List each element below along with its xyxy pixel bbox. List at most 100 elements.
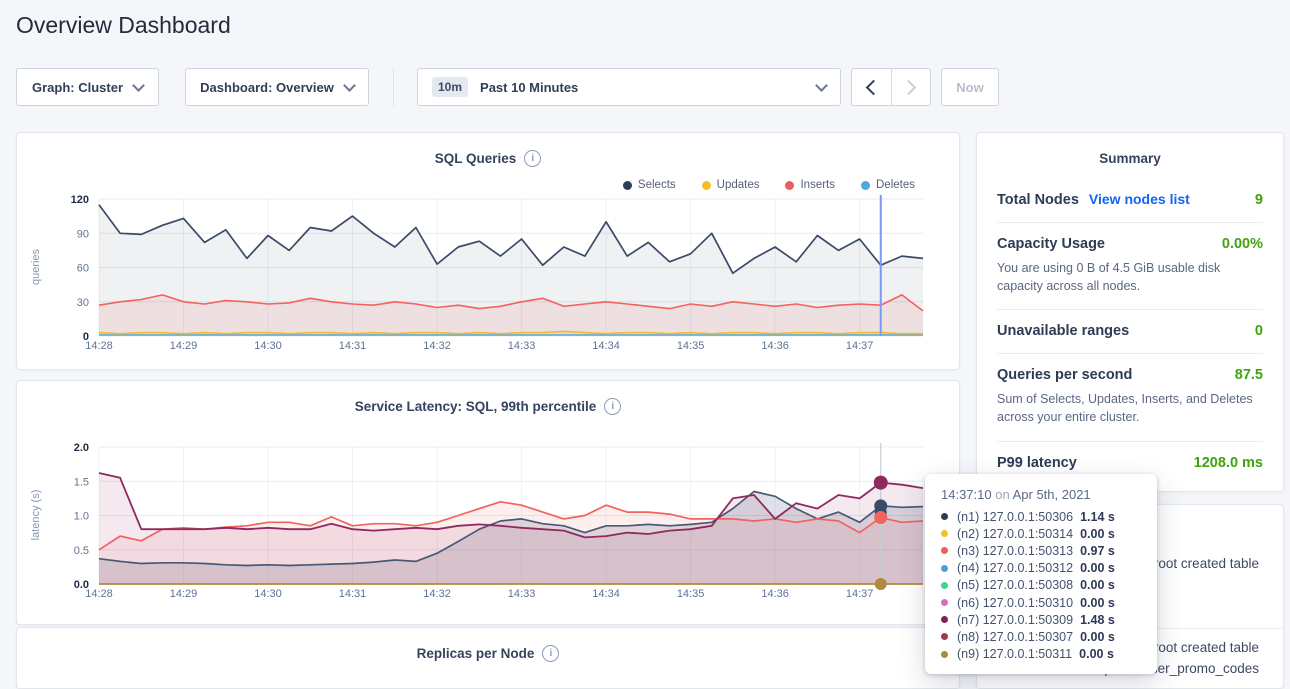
tooltip-node: (n1) 127.0.0.1:50306 xyxy=(957,510,1073,524)
series-dot-icon xyxy=(941,513,948,520)
x-axis-tick: 14:35 xyxy=(677,340,705,352)
overview-dashboard-page: Overview Dashboard Graph: Cluster Dashbo… xyxy=(0,0,1290,689)
legend-item: Selects xyxy=(623,179,676,191)
tooltip-value: 0.97 s xyxy=(1080,544,1115,558)
service-latency-chart[interactable]: 14:2814:2914:3014:3114:3214:3314:3414:35… xyxy=(37,439,933,603)
tooltip-value: 1.48 s xyxy=(1080,613,1115,627)
series-dot-icon xyxy=(941,547,948,554)
summary-rows: Total NodesView nodes list9Capacity Usag… xyxy=(997,178,1263,485)
summary-label: Capacity Usage xyxy=(997,236,1105,252)
summary-heading: Summary xyxy=(997,133,1263,178)
y-axis-tick: 1.5 xyxy=(74,476,89,488)
y-axis-tick: 120 xyxy=(71,194,89,206)
x-axis-tick: 14:29 xyxy=(170,340,198,352)
x-axis-tick: 14:35 xyxy=(677,588,705,600)
series-dot-icon xyxy=(941,633,948,640)
x-axis-tick: 14:34 xyxy=(592,340,620,352)
tooltip-row: (n5) 127.0.0.1:50308 0.00 s xyxy=(925,577,1157,594)
tooltip-value: 1.14 s xyxy=(1080,510,1115,524)
tooltip-value: 0.00 s xyxy=(1080,527,1115,541)
summary-value: 9 xyxy=(1255,192,1263,208)
summary-value: 1208.0 ms xyxy=(1194,455,1263,471)
legend-item: Deletes xyxy=(861,179,915,191)
y-axis-tick: 0.0 xyxy=(74,579,89,591)
x-axis-tick: 14:37 xyxy=(846,588,874,600)
prev-range-button[interactable] xyxy=(852,69,891,105)
dashboard-dropdown[interactable]: Dashboard: Overview xyxy=(185,68,369,106)
tooltip-row: (n8) 127.0.0.1:50307 0.00 s xyxy=(925,628,1157,645)
chevron-down-icon xyxy=(132,79,145,92)
series-dot-icon xyxy=(941,599,948,606)
graph-dropdown-label: Graph: Cluster xyxy=(32,80,123,95)
x-axis-tick: 14:33 xyxy=(508,588,536,600)
x-axis-tick: 14:31 xyxy=(339,588,367,600)
legend-label: Inserts xyxy=(800,179,835,191)
chart-title-text: SQL Queries xyxy=(435,151,517,166)
x-axis-tick: 14:30 xyxy=(254,588,282,600)
time-range-selector[interactable]: 10m Past 10 Minutes xyxy=(417,68,841,106)
chart-title-text: Service Latency: SQL, 99th percentile xyxy=(355,399,597,414)
info-icon[interactable]: i xyxy=(524,150,541,167)
chevron-right-icon xyxy=(901,79,917,95)
series-dot-icon xyxy=(941,565,948,572)
y-axis-tick: 1.0 xyxy=(74,511,89,523)
legend-item: Inserts xyxy=(785,179,835,191)
sql-queries-card: SQL Queries i Selects Updates Inserts Delet… xyxy=(16,132,960,370)
tooltip-node: (n7) 127.0.0.1:50309 xyxy=(957,613,1073,627)
tooltip-value: 0.00 s xyxy=(1080,630,1115,644)
hover-point-dot xyxy=(874,511,887,524)
x-axis-tick: 14:36 xyxy=(761,588,789,600)
tooltip-node: (n8) 127.0.0.1:50307 xyxy=(957,630,1073,644)
info-icon[interactable]: i xyxy=(604,398,621,415)
info-icon[interactable]: i xyxy=(542,645,559,662)
page-title: Overview Dashboard xyxy=(16,12,231,39)
next-range-button[interactable] xyxy=(891,69,931,105)
sql-queries-chart[interactable]: 14:2814:2914:3014:3114:3214:3314:3414:35… xyxy=(37,191,933,355)
x-axis-tick: 14:33 xyxy=(508,340,536,352)
legend-label: Deletes xyxy=(876,179,915,191)
chart-tooltip: 14:37:10 on Apr 5th, 2021 (n1) 127.0.0.1… xyxy=(925,474,1157,674)
chart-legend: Selects Updates Inserts Deletes xyxy=(623,179,915,191)
x-axis-tick: 14:28 xyxy=(85,340,113,352)
tooltip-row: (n9) 127.0.0.1:50311 0.00 s xyxy=(925,646,1157,663)
chart-title: Replicas per Node i xyxy=(17,628,959,662)
summary-subtext: Sum of Selects, Updates, Inserts, and De… xyxy=(997,390,1263,426)
tooltip-on-text: on xyxy=(995,487,1009,502)
legend-label: Selects xyxy=(638,179,676,191)
now-button-label: Now xyxy=(956,80,983,95)
view-nodes-link[interactable]: View nodes list xyxy=(1089,191,1190,207)
tooltip-rows: (n1) 127.0.0.1:50306 1.14 s(n2) 127.0.0.1… xyxy=(925,508,1157,663)
graph-dropdown[interactable]: Graph: Cluster xyxy=(16,68,159,106)
tooltip-row: (n7) 127.0.0.1:50309 1.48 s xyxy=(925,611,1157,628)
tooltip-node: (n9) 127.0.0.1:50311 xyxy=(957,647,1072,661)
tooltip-time: 14:37:10 xyxy=(941,487,992,502)
chart-title: SQL Queries i xyxy=(17,133,959,167)
tooltip-value: 0.00 s xyxy=(1080,561,1115,575)
tooltip-row: (n2) 127.0.0.1:503140.00 s xyxy=(925,525,1157,542)
summary-row: Queries per second87.5Sum of Selects, Up… xyxy=(997,354,1263,441)
tooltip-date: Apr 5th, 2021 xyxy=(1013,487,1091,502)
summary-row: Unavailable ranges0 xyxy=(997,310,1263,354)
tooltip-node: (n4) 127.0.0.1:50312 xyxy=(957,561,1073,575)
legend-item: Updates xyxy=(702,179,760,191)
tooltip-value: 0.00 s xyxy=(1080,578,1115,592)
chevron-left-icon xyxy=(865,79,881,95)
tooltip-node: (n5) 127.0.0.1:50308 xyxy=(957,578,1073,592)
chevron-down-icon xyxy=(343,79,356,92)
chart-title-text: Replicas per Node xyxy=(417,646,535,661)
x-axis-tick: 14:37 xyxy=(846,340,874,352)
tooltip-row: (n6) 127.0.0.1:503100.00 s xyxy=(925,594,1157,611)
summary-value: 0.00% xyxy=(1222,236,1263,252)
service-latency-card: Service Latency: SQL, 99th percentile i … xyxy=(16,380,960,625)
now-button[interactable]: Now xyxy=(941,68,999,106)
summary-value: 0 xyxy=(1255,323,1263,339)
x-axis-tick: 14:28 xyxy=(85,588,113,600)
tooltip-value: 0.00 s xyxy=(1079,647,1114,661)
legend-dot-icon xyxy=(623,181,632,190)
summary-label: P99 latency xyxy=(997,455,1077,471)
summary-row: Capacity Usage0.00%You are using 0 B of … xyxy=(997,223,1263,310)
chevron-down-icon xyxy=(815,79,828,92)
series-area xyxy=(99,205,923,336)
time-range-nav xyxy=(851,68,931,106)
series-dot-icon xyxy=(941,582,948,589)
